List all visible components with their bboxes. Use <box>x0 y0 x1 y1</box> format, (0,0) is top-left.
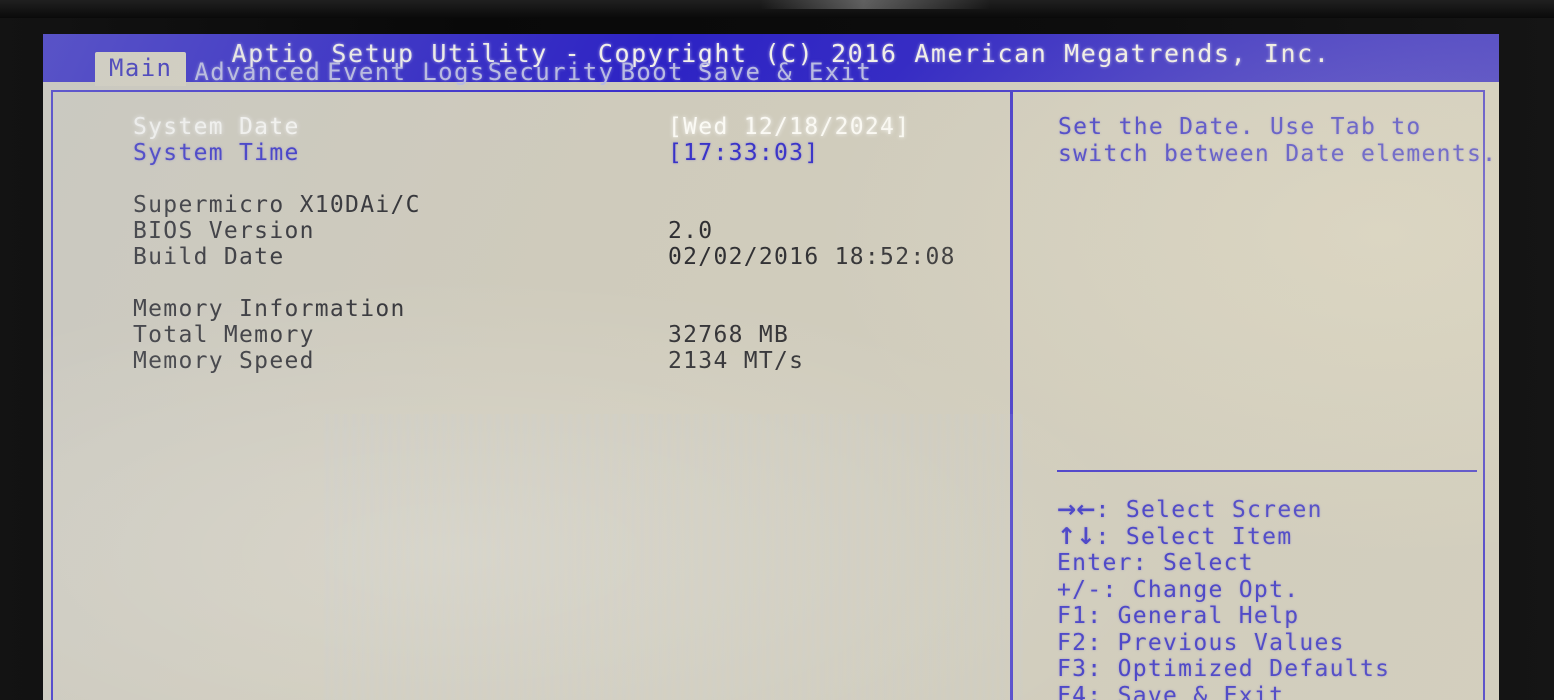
help-pane: Set the Date. Use Tab to switch between D… <box>1013 92 1496 700</box>
hotkey-select-item: ↑↓: Select Item <box>1057 524 1292 550</box>
hotkey-key: F1 <box>1057 603 1088 629</box>
settings-pane: System Date [Wed 12/18/2024] System Time [1… <box>53 92 1010 700</box>
hotkey-key: F4 <box>1057 682 1088 700</box>
setting-label-total-memory: Total Memory <box>133 322 315 348</box>
hotkey-label: : Select Screen <box>1095 497 1323 523</box>
pane-divider <box>1010 92 1013 700</box>
hotkey-key: +/- <box>1057 576 1103 603</box>
setting-value-memory-speed: 2134 MT/s <box>668 348 805 374</box>
hotkey-key: F3 <box>1057 656 1088 682</box>
monitor-bezel: Aptio Setup Utility - Copyright (C) 2016… <box>0 0 1554 700</box>
help-separator <box>1057 470 1477 472</box>
hotkey-save-exit: F4: Save & Exit <box>1057 683 1284 700</box>
settings-row: Supermicro X10DAi/C <box>53 192 1010 218</box>
hotkey-previous-values: F2: Previous Values <box>1057 630 1345 656</box>
hotkey-select-screen: →←: Select Screen <box>1057 497 1323 523</box>
setting-value-bios-version: 2.0 <box>668 218 714 244</box>
settings-row: BIOS Version 2.0 <box>53 218 1010 244</box>
hotkey-label: : Previous Values <box>1087 629 1345 656</box>
setting-label-build-date: Build Date <box>133 244 285 270</box>
hotkey-optimized-defaults: F3: Optimized Defaults <box>1057 656 1390 682</box>
hotkey-key: Enter <box>1057 550 1133 576</box>
hotkey-label: : General Help <box>1087 603 1300 629</box>
help-description-line: switch between Date elements. <box>1058 141 1498 167</box>
settings-row: System Time [17:33:03] <box>53 140 1010 166</box>
setting-value-system-time[interactable]: [17:33:03] <box>668 140 819 166</box>
hotkey-key: F2 <box>1057 629 1088 656</box>
hotkey-label: : Change Opt. <box>1102 576 1300 603</box>
settings-row: Memory Information <box>53 296 1010 322</box>
settings-row: Build Date 02/02/2016 18:52:08 <box>53 244 1010 270</box>
hotkey-change-opt: +/-: Change Opt. <box>1057 577 1299 603</box>
setting-label-memory-information: Memory Information <box>133 296 406 322</box>
hotkey-general-help: F1: General Help <box>1057 603 1299 629</box>
menu-tab-boot[interactable]: Boot <box>621 56 684 88</box>
hotkey-key: ↑↓ <box>1057 523 1096 550</box>
hotkey-label: : Select Item <box>1095 523 1293 550</box>
setting-label-system-date[interactable]: System Date <box>133 114 300 140</box>
menu-tab-save-exit[interactable]: Save & Exit <box>698 56 872 88</box>
setting-value-system-date[interactable]: [Wed 12/18/2024] <box>668 114 910 140</box>
menu-tab-event-logs[interactable]: Event Logs <box>327 56 486 88</box>
setting-value-build-date: 02/02/2016 18:52:08 <box>668 244 956 270</box>
bezel-top-highlight <box>0 0 1554 18</box>
settings-row: System Date [Wed 12/18/2024] <box>53 114 1010 140</box>
setting-label-memory-speed: Memory Speed <box>133 348 315 374</box>
setting-value-total-memory: 32768 MB <box>668 322 790 348</box>
setting-label-supermicro-x10dai-c: Supermicro X10DAi/C <box>133 192 421 218</box>
menu-tab-security[interactable]: Security <box>488 56 615 88</box>
settings-row: Memory Speed 2134 MT/s <box>53 348 1010 374</box>
setting-label-system-time[interactable]: System Time <box>133 140 300 166</box>
content-frame: System Date [Wed 12/18/2024] System Time [1… <box>51 90 1496 700</box>
help-description-line: Set the Date. Use Tab to <box>1058 114 1422 140</box>
settings-row: Total Memory 32768 MB <box>53 322 1010 348</box>
bios-screen: Aptio Setup Utility - Copyright (C) 2016… <box>43 34 1499 700</box>
hotkey-key: →← <box>1057 497 1096 523</box>
hotkey-label: : Save & Exit <box>1087 682 1285 700</box>
setting-label-bios-version: BIOS Version <box>133 218 315 244</box>
menu-tab-main[interactable]: Main <box>95 52 187 86</box>
hotkey-select: Enter: Select <box>1057 550 1254 576</box>
menu-tab-advanced[interactable]: Advanced <box>194 56 321 88</box>
hotkey-label: : Select <box>1132 550 1254 576</box>
bezel-glint <box>760 0 990 9</box>
hotkey-label: : Optimized Defaults <box>1087 656 1391 682</box>
